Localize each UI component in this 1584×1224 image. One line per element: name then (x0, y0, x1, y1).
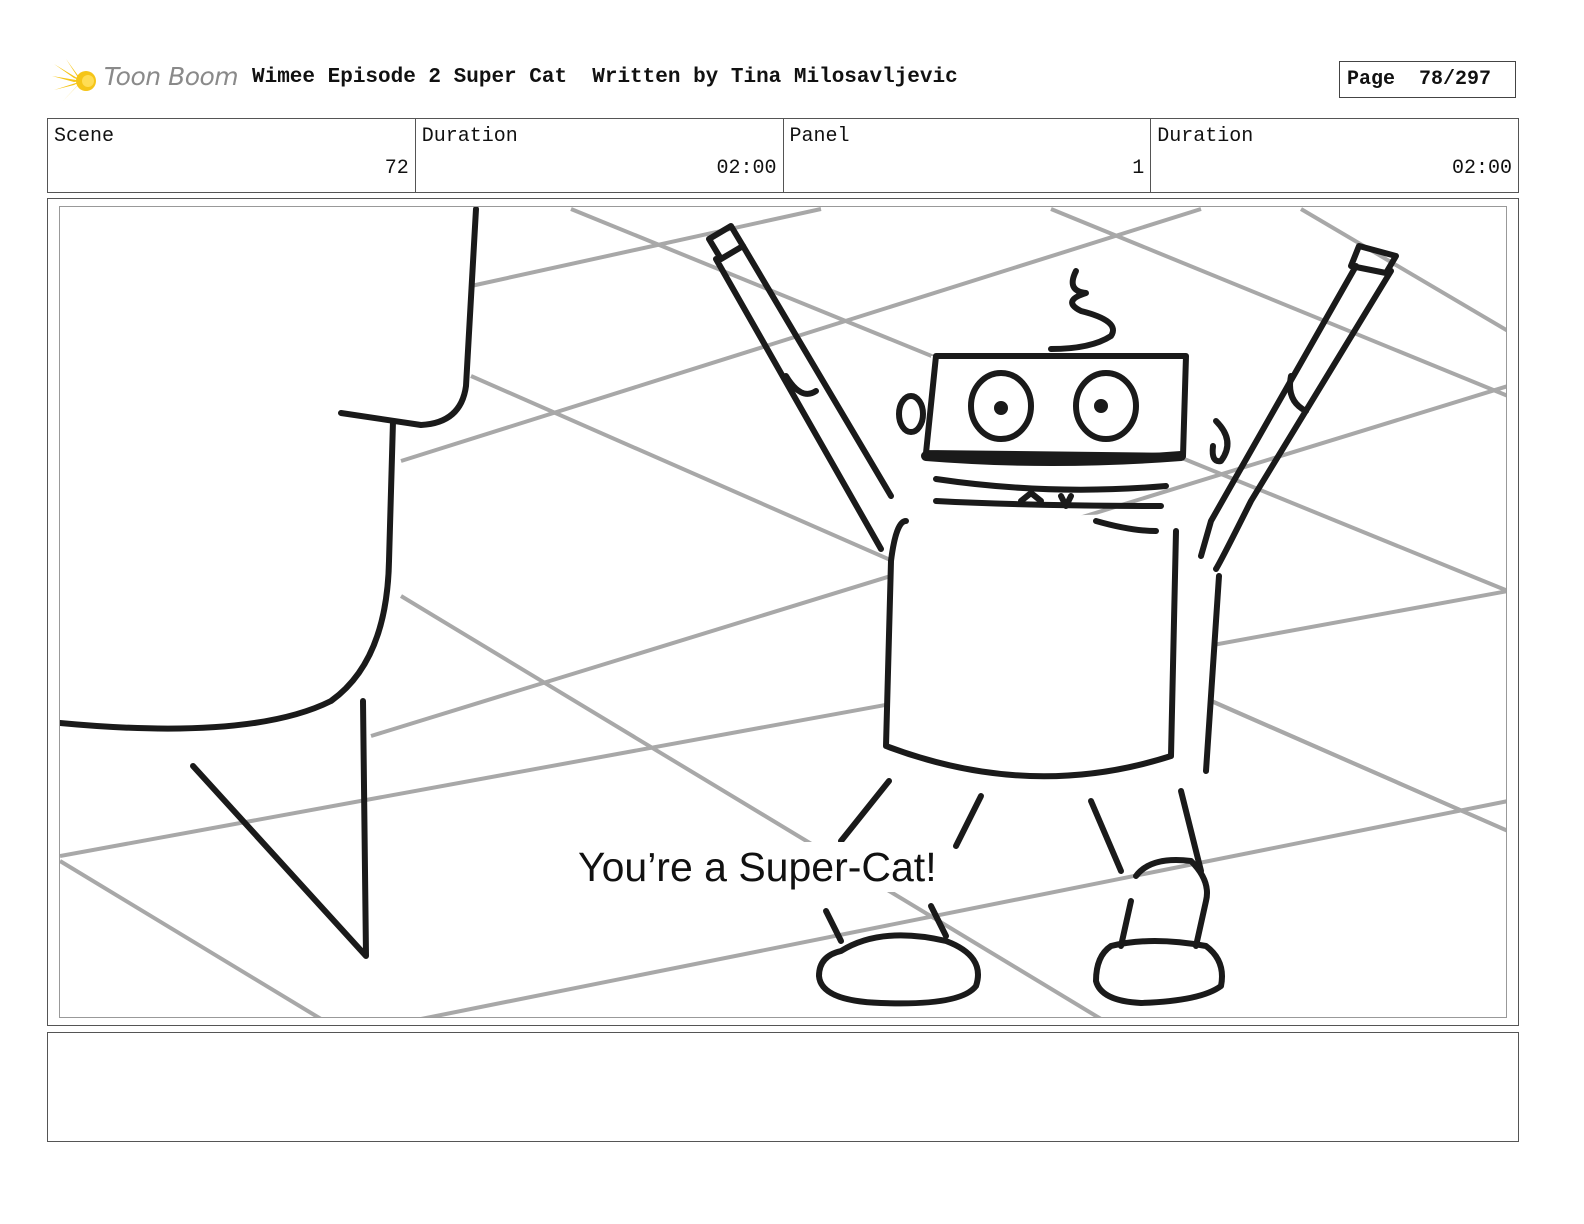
dialogue-caption: You’re a Super-Cat! (574, 842, 941, 892)
scene-cell: Scene 72 (48, 119, 416, 192)
scene-duration-label: Duration (421, 125, 518, 148)
panel-value: 1 (1132, 157, 1145, 180)
panel-duration-cell: Duration 02:00 (1151, 119, 1518, 192)
scene-duration-cell: Duration 02:00 (416, 119, 784, 192)
logo-wordmark: Toon Boom (104, 62, 239, 91)
document-title: Wimee Episode 2 Super Cat Written by Tin… (252, 66, 958, 89)
panel-duration-value: 02:00 (1451, 157, 1512, 180)
panel-duration-label: Duration (1157, 125, 1254, 148)
page-indicator: Page 78/297 (1339, 61, 1516, 98)
scene-duration-value: 02:00 (716, 157, 777, 180)
burst-icon (52, 59, 96, 102)
panel-label: Panel (789, 125, 850, 148)
scene-value: 72 (384, 157, 409, 180)
scene-label: Scene (54, 125, 115, 148)
scene-info-bar: Scene 72 Duration 02:00 Panel 1 Duration… (47, 118, 1519, 193)
storyboard-panel (59, 206, 1507, 1018)
panel-cell: Panel 1 (784, 119, 1152, 192)
panel-notes-box (47, 1032, 1519, 1142)
panel-sketch (60, 207, 1506, 1017)
